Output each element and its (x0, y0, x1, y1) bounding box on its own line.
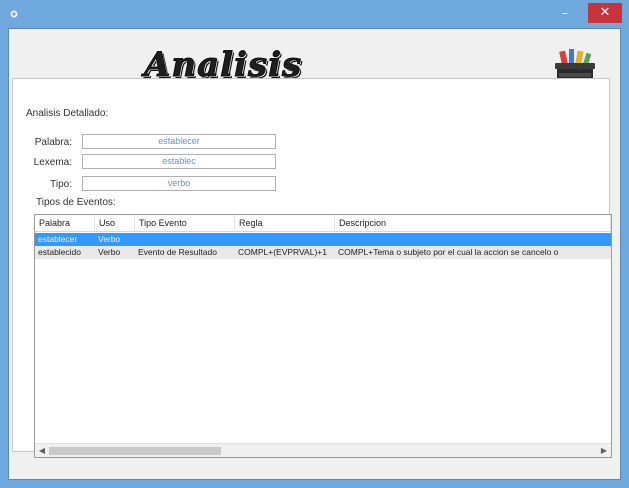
cell-tipo-evento: Evento de Resultado (138, 247, 217, 257)
table-row[interactable]: establecido Verbo Evento de Resultado CO… (35, 246, 611, 259)
column-header-descripcion[interactable]: Descripcion (335, 215, 611, 231)
horizontal-scrollbar[interactable]: ◀ ▶ (35, 443, 611, 457)
cell-descripcion: COMPL+Tema o subjeto por el cual la acci… (338, 247, 559, 257)
events-label: Tipos de Eventos: (36, 197, 116, 208)
table-row[interactable]: establecer Verbo (35, 233, 611, 246)
column-header-palabra[interactable]: Palabra (35, 215, 95, 231)
minimize-button[interactable]: – (552, 4, 578, 24)
title-bar[interactable]: – ✕ (0, 0, 629, 28)
cell-uso: Verbo (98, 247, 121, 257)
column-header-tipo-evento[interactable]: Tipo Evento (135, 215, 235, 231)
app-window: – ✕ Analisis Detallado Analisis Detallad… (0, 0, 629, 488)
scroll-thumb[interactable] (49, 447, 221, 455)
table-header: Palabra Uso Tipo Evento Regla Descripcio… (35, 215, 611, 232)
column-header-uso[interactable]: Uso (95, 215, 135, 231)
scroll-left-icon[interactable]: ◀ (37, 445, 47, 457)
app-icon (10, 10, 18, 18)
cell-tipo-evento (135, 233, 235, 246)
column-header-regla[interactable]: Regla (235, 215, 335, 231)
cell-palabra: establecido (38, 247, 82, 257)
cell-palabra: establecer (38, 234, 78, 244)
events-table[interactable]: Palabra Uso Tipo Evento Regla Descripcio… (34, 214, 612, 458)
close-button[interactable]: ✕ (588, 3, 622, 23)
cell-descripcion (335, 233, 611, 246)
palabra-field[interactable]: establecer (82, 134, 276, 149)
cell-regla: COMPL+(EVPRVAL)+1 (238, 247, 327, 257)
lexema-field[interactable]: establec (82, 154, 276, 169)
cell-uso: Verbo (98, 234, 121, 244)
palabra-label: Palabra: (34, 137, 72, 148)
lexema-label: Lexema: (33, 157, 72, 168)
tipo-label: Tipo: (50, 179, 72, 190)
cell-regla (235, 233, 335, 246)
group-label: Analisis Detallado: (24, 108, 111, 119)
tipo-field[interactable]: verbo (82, 176, 276, 191)
scroll-right-icon[interactable]: ▶ (599, 445, 609, 457)
